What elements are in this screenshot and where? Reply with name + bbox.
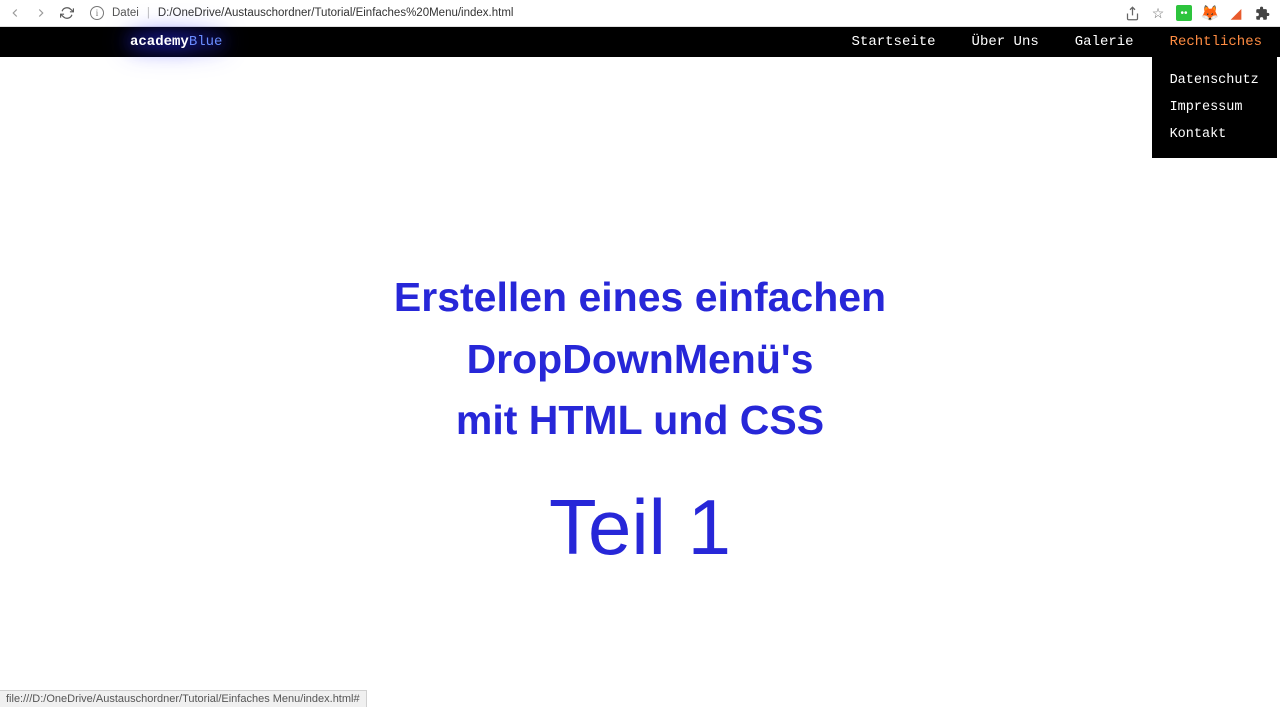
nav-ueber-uns[interactable]: Über Uns — [954, 27, 1057, 57]
browser-actions: ☆ •• 🦊 ◢ — [1124, 5, 1274, 21]
forward-button[interactable] — [32, 4, 50, 22]
bookmark-star-icon[interactable]: ☆ — [1150, 5, 1166, 21]
extension-rocket-icon[interactable]: ◢ — [1228, 5, 1244, 21]
extension-green-icon[interactable]: •• — [1176, 5, 1192, 21]
dropdown-kontakt[interactable]: Kontakt — [1152, 121, 1277, 148]
site-logo[interactable]: academyBlue — [130, 34, 222, 50]
dropdown-impressum[interactable]: Impressum — [1152, 94, 1277, 121]
dropdown-datenschutz[interactable]: Datenschutz — [1152, 67, 1277, 94]
dropdown-rechtliches: Datenschutz Impressum Kontakt — [1152, 57, 1277, 158]
nav-galerie[interactable]: Galerie — [1057, 27, 1152, 57]
extensions-puzzle-icon[interactable] — [1254, 5, 1270, 21]
reload-button[interactable] — [58, 4, 76, 22]
page-content: Erstellen eines einfachen DropDownMenü's… — [0, 57, 1280, 573]
address-label: Datei — [112, 7, 139, 19]
nav-rechtliches[interactable]: Rechtliches Datenschutz Impressum Kontak… — [1152, 27, 1280, 57]
info-icon: i — [90, 6, 104, 20]
nav-startseite[interactable]: Startseite — [834, 27, 954, 57]
address-bar[interactable]: i Datei | D:/OneDrive/Austauschordner/Tu… — [84, 6, 1116, 20]
browser-toolbar: i Datei | D:/OneDrive/Austauschordner/Tu… — [0, 0, 1280, 27]
back-button[interactable] — [6, 4, 24, 22]
share-icon[interactable] — [1124, 5, 1140, 21]
address-url: D:/OneDrive/Austauschordner/Tutorial/Ein… — [158, 7, 514, 19]
page-subheading: Teil 1 — [0, 482, 1280, 573]
status-bar: file:///D:/OneDrive/Austauschordner/Tuto… — [0, 690, 367, 707]
page-heading: Erstellen eines einfachen DropDownMenü's… — [0, 267, 1280, 452]
site-navigation: academyBlue Startseite Über Uns Galerie … — [0, 27, 1280, 57]
extension-fox-icon[interactable]: 🦊 — [1202, 5, 1218, 21]
